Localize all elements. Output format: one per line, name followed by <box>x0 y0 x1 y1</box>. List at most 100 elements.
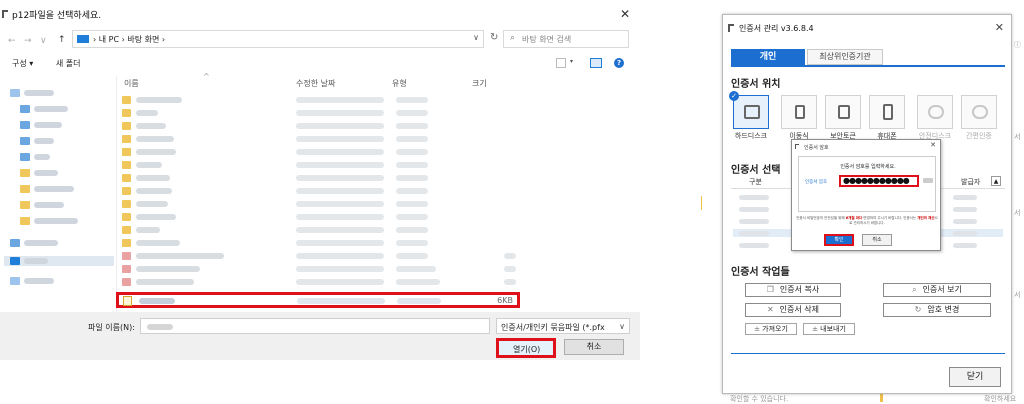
import-button[interactable]: ± 가져오기 <box>745 323 797 335</box>
nav-item[interactable] <box>4 216 114 226</box>
delete-certificate-label: 인증서 삭제 <box>779 305 820 314</box>
filetype-select[interactable]: 인증서/개인키 묶음파일 (*.pfx ∨ <box>496 318 630 334</box>
password-prompt: 인증서 암호를 입력하세요. <box>840 164 896 170</box>
forward-arrow-icon[interactable]: → <box>24 36 32 46</box>
refresh-icon[interactable]: ↻ <box>490 32 498 43</box>
section-title-location: 인증서 위치 <box>731 79 781 90</box>
column-header-date[interactable]: 수정한 날짜 <box>296 78 335 89</box>
selected-pfx-file-row[interactable]: 6KB <box>116 292 520 308</box>
view-mode-icon[interactable] <box>556 58 566 68</box>
help-icon[interactable]: ? <box>614 58 624 68</box>
scroll-up-icon[interactable]: ▲ <box>991 176 1001 186</box>
list-item[interactable] <box>118 172 518 184</box>
cancel-button[interactable]: 취소 <box>862 234 892 246</box>
nav-item[interactable] <box>4 238 114 248</box>
notice-emphasis: 6개월 마다 <box>845 216 863 220</box>
up-arrow-icon[interactable]: ↑ <box>58 35 66 45</box>
dialog-title: p12파일을 선택하세요. <box>12 11 102 21</box>
recent-dropdown-icon[interactable]: ∨ <box>40 36 47 46</box>
section-title-select: 인증서 선택 <box>731 165 781 176</box>
search-box[interactable]: ⌕ 바탕 화면 검색 <box>503 30 629 48</box>
file-list <box>118 94 518 308</box>
background-fragment: 서 <box>1014 291 1021 299</box>
list-item[interactable] <box>118 198 518 210</box>
delete-icon: ✕ <box>766 305 774 314</box>
filename-field[interactable] <box>140 318 490 334</box>
nav-item[interactable] <box>4 152 114 162</box>
view-certificate-button[interactable]: ⌕ 인증서 보기 <box>883 283 991 297</box>
column-header-issuer[interactable]: 발급자 <box>961 177 980 187</box>
list-item[interactable] <box>118 107 518 119</box>
refresh-icon: ↻ <box>914 305 922 314</box>
list-item[interactable] <box>118 276 518 288</box>
list-item[interactable] <box>118 237 518 249</box>
confirm-button[interactable]: 확인 <box>824 234 854 246</box>
search-icon: ⌕ <box>510 33 516 43</box>
new-folder-button[interactable]: 새 폴더 <box>56 59 81 68</box>
list-item[interactable] <box>118 250 518 262</box>
cancel-button[interactable]: 취소 <box>564 339 624 355</box>
nav-item[interactable] <box>4 136 114 146</box>
window-icon <box>728 24 734 32</box>
list-item[interactable] <box>118 146 518 158</box>
location-safe-disk[interactable]: 안전디스크 <box>917 95 953 141</box>
password-field[interactable]: ●●●●●●●●●●● <box>839 175 919 187</box>
location-security-token[interactable]: 보안토큰 <box>825 95 861 141</box>
list-item[interactable] <box>118 263 518 275</box>
list-item[interactable] <box>118 224 518 236</box>
nav-item[interactable] <box>4 104 114 114</box>
view-dropdown-icon[interactable]: ▾ <box>570 58 580 68</box>
change-password-button[interactable]: ↻ 암호 변경 <box>883 303 991 317</box>
list-item[interactable] <box>118 211 518 223</box>
close-icon[interactable]: ✕ <box>930 141 936 149</box>
copy-certificate-label: 인증서 복사 <box>779 285 820 294</box>
close-button[interactable]: 닫기 <box>949 367 1001 387</box>
nav-item[interactable] <box>4 88 114 98</box>
column-header-type[interactable]: 구분 <box>749 177 762 187</box>
list-item[interactable] <box>118 120 518 132</box>
breadcrumb[interactable]: › 내 PC › 바탕 화면 › <box>93 34 165 45</box>
address-bar[interactable]: › 내 PC › 바탕 화면 › ∨ <box>72 30 484 48</box>
nav-item[interactable] <box>4 200 114 210</box>
view-certificate-label: 인증서 보기 <box>922 285 962 294</box>
location-harddisk[interactable]: ✓ 하드디스크 <box>729 91 769 141</box>
column-header-type[interactable]: 유형 <box>392 78 407 89</box>
nav-item[interactable] <box>4 184 114 194</box>
tab-personal[interactable]: 개인 <box>731 49 805 65</box>
list-item[interactable] <box>118 159 518 171</box>
export-label: 내보내기 <box>820 325 846 333</box>
close-icon[interactable]: ✕ <box>620 7 630 21</box>
tab-root-ca[interactable]: 최상위인증기관 <box>807 49 883 65</box>
list-item[interactable] <box>118 94 518 106</box>
copy-icon: ❐ <box>766 285 774 294</box>
open-button[interactable]: 열기(O) <box>496 338 556 358</box>
nav-item-selected[interactable] <box>4 256 114 266</box>
preview-pane-icon[interactable] <box>590 58 602 68</box>
virtual-keyboard-icon[interactable] <box>923 178 933 183</box>
file-name-redacted <box>139 298 175 304</box>
nav-item[interactable] <box>4 168 114 178</box>
password-dialog: 인증서 암호 ✕ 인증서 암호를 입력하세요. 인증서 암호 ●●●●●●●●●… <box>791 139 941 251</box>
location-simple-auth[interactable]: 간편인증 <box>961 95 997 141</box>
copy-certificate-button[interactable]: ❐ 인증서 복사 <box>745 283 841 297</box>
nav-item[interactable] <box>4 276 114 286</box>
location-label: 하드디스크 <box>734 132 768 140</box>
list-item[interactable] <box>118 133 518 145</box>
delete-certificate-button[interactable]: ✕ 인증서 삭제 <box>745 303 841 317</box>
organize-menu[interactable]: 구성 ▾ <box>12 59 33 68</box>
location-removable[interactable]: 이동식 <box>781 95 817 141</box>
location-phone[interactable]: 휴대폰 <box>869 95 905 141</box>
export-button[interactable]: ± 내보내기 <box>803 323 855 335</box>
nav-item[interactable] <box>4 120 114 130</box>
column-header-name[interactable]: 이름 <box>124 78 139 89</box>
tab-underline <box>731 65 1005 67</box>
file-size: 6KB <box>497 296 513 305</box>
monitor-icon <box>744 105 760 119</box>
address-dropdown-icon[interactable]: ∨ <box>473 33 479 42</box>
column-header-size[interactable]: 크기 <box>472 78 487 89</box>
file-open-dialog: p12파일을 선택하세요. ✕ ← → ∨ ↑ › 내 PC › 바탕 화면 ›… <box>0 0 640 360</box>
list-item[interactable] <box>118 185 518 197</box>
search-input[interactable]: 바탕 화면 검색 <box>522 34 571 45</box>
close-icon[interactable]: ✕ <box>995 21 1004 34</box>
back-arrow-icon[interactable]: ← <box>8 36 16 46</box>
